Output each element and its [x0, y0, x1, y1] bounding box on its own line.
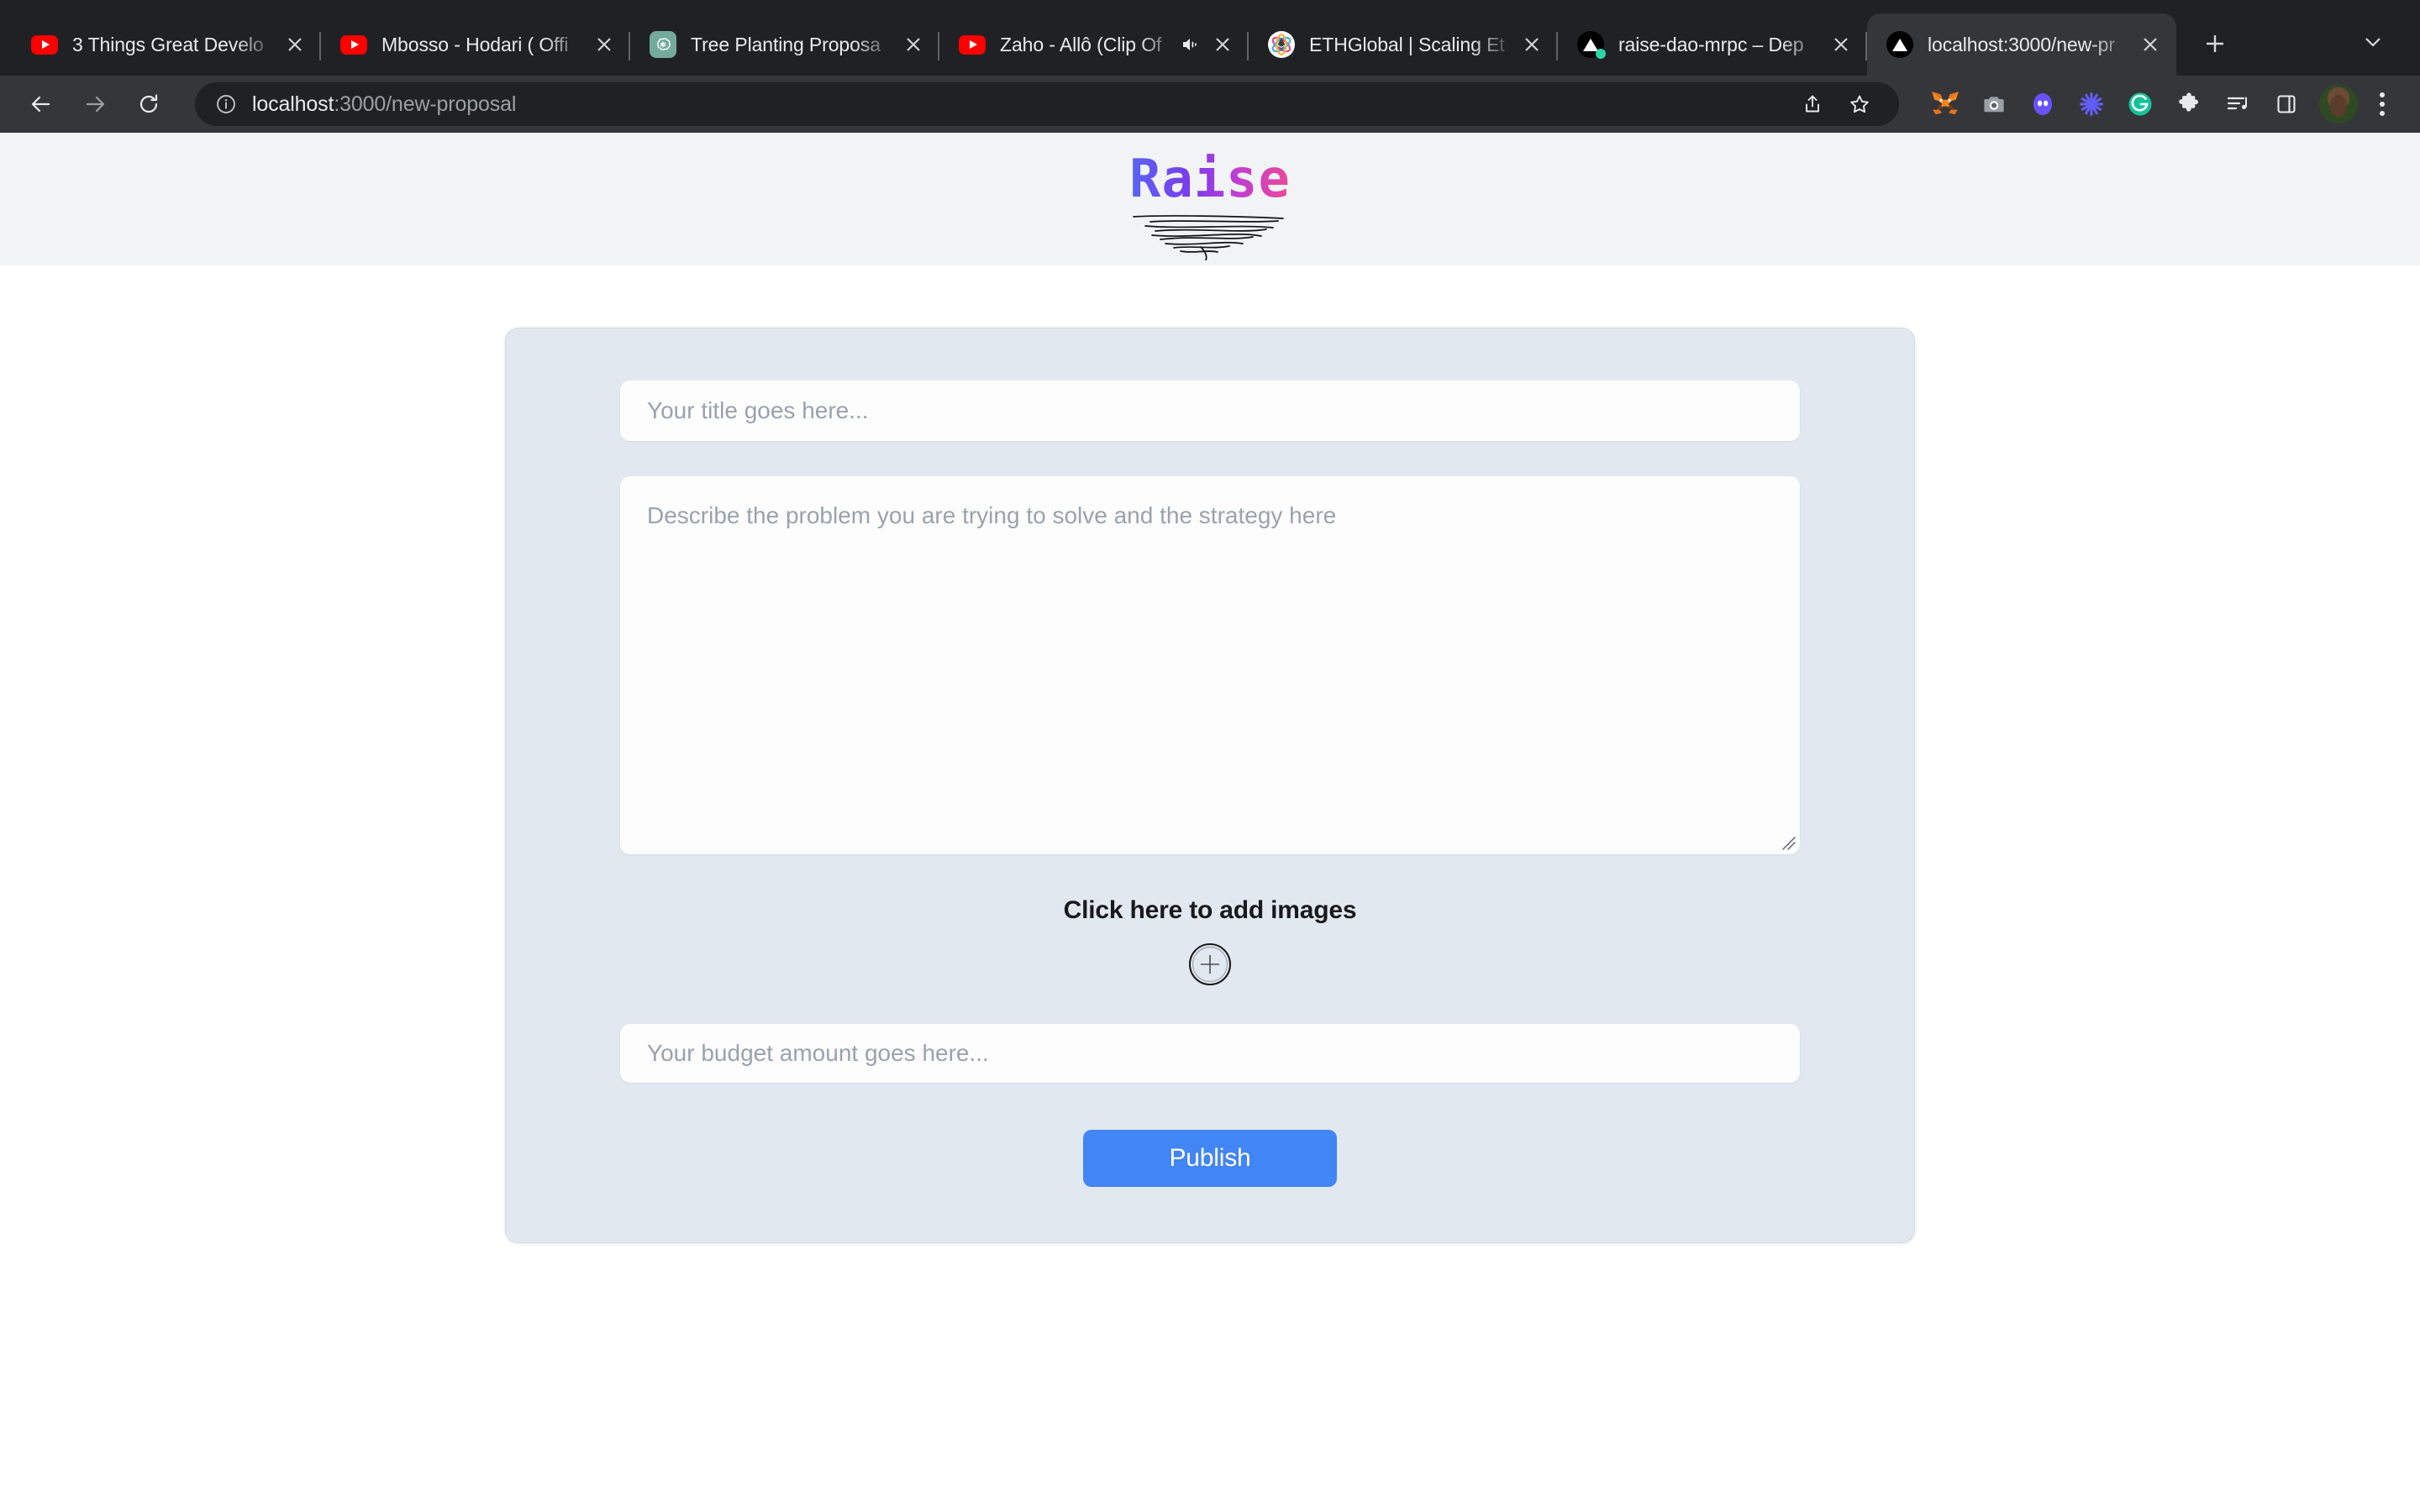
- bookmark-star-icon[interactable]: [1839, 83, 1881, 125]
- youtube-icon: [30, 30, 59, 59]
- image-upload-section: Click here to add images: [620, 896, 1800, 989]
- tab-title: Zaho - Allô (Clip Of: [1000, 34, 1162, 55]
- proposal-description-textarea[interactable]: [620, 476, 1800, 854]
- page-viewport: Raise Your title goes here... Describe t…: [0, 133, 2420, 1512]
- tab-title: 3 Things Great Develo: [72, 34, 264, 55]
- tab-close-button[interactable]: [1518, 30, 1546, 59]
- screenshot-camera-icon[interactable]: [1971, 81, 2017, 127]
- browser-tab-4[interactable]: ETHGlobal | Scaling Et: [1249, 13, 1558, 76]
- youtube-icon: [958, 30, 986, 59]
- deployment-status-dot: [1596, 49, 1606, 59]
- proposal-budget-input[interactable]: [620, 1024, 1800, 1083]
- tab-title: ETHGlobal | Scaling Et: [1309, 34, 1505, 55]
- metamask-icon[interactable]: [1923, 81, 1968, 127]
- tab-title: localhost:3000/new-pr: [1928, 34, 2115, 55]
- tab-title: raise-dao-mrpc – Dep: [1618, 34, 1804, 55]
- ethglobal-icon: [1267, 30, 1296, 59]
- url-host: localhost: [252, 92, 334, 116]
- extensions-bar: [1923, 81, 2309, 127]
- page-body: Click here to add images Publish: [0, 265, 2420, 1243]
- tab-close-button[interactable]: [590, 30, 618, 59]
- loom-icon[interactable]: [2069, 81, 2114, 127]
- image-upload-label: Click here to add images: [1063, 896, 1357, 924]
- browser-tab-2[interactable]: Tree Planting Proposa: [630, 13, 939, 76]
- browser-toolbar: localhost:3000/new-proposal: [0, 76, 2420, 133]
- address-bar[interactable]: localhost:3000/new-proposal: [195, 82, 1899, 126]
- chrome-menu-kebab-icon[interactable]: [2363, 81, 2402, 127]
- vercel-icon: [1576, 30, 1606, 59]
- share-icon[interactable]: [1791, 83, 1833, 125]
- publish-button[interactable]: Publish: [1083, 1130, 1337, 1187]
- vercel-icon: [1886, 30, 1914, 59]
- youtube-icon: [339, 30, 368, 59]
- forward-button[interactable]: [72, 81, 118, 127]
- profile-avatar[interactable]: [2319, 85, 2358, 123]
- tab-close-button[interactable]: [2136, 30, 2165, 59]
- address-bar-url: localhost:3000/new-proposal: [252, 92, 1786, 117]
- reload-button[interactable]: [126, 81, 171, 127]
- proposal-title-input[interactable]: [620, 381, 1800, 441]
- plus-circle-icon[interactable]: [1186, 940, 1234, 989]
- new-tab-button[interactable]: [2191, 20, 2238, 67]
- tab-close-button[interactable]: [1208, 30, 1237, 59]
- raise-logo[interactable]: Raise: [1129, 148, 1291, 260]
- new-proposal-card: Click here to add images Publish: [505, 328, 1915, 1243]
- tab-close-button[interactable]: [281, 30, 309, 59]
- browser-window: 3 Things Great Develo Mbosso - Hodari ( …: [0, 0, 2420, 1512]
- back-button[interactable]: [18, 81, 64, 127]
- proposal-description-wrapper: [620, 476, 1800, 854]
- browser-tab-3[interactable]: Zaho - Allô (Clip Of: [939, 13, 1249, 76]
- phantom-wallet-icon[interactable]: [2020, 81, 2065, 127]
- tab-search-chevron-down-icon[interactable]: [2349, 18, 2396, 66]
- media-playlist-icon[interactable]: [2215, 81, 2260, 127]
- url-path: :3000/new-proposal: [334, 92, 517, 116]
- logo-wordmark: Raise: [1129, 148, 1291, 209]
- site-info-icon[interactable]: [213, 92, 239, 117]
- tab-strip: 3 Things Great Develo Mbosso - Hodari ( …: [0, 0, 2420, 76]
- site-header: Raise: [0, 133, 2420, 265]
- tab-close-button[interactable]: [1827, 30, 1855, 59]
- tab-close-button[interactable]: [899, 30, 928, 59]
- tab-title: Tree Planting Proposa: [691, 34, 881, 55]
- browser-tab-6-active[interactable]: localhost:3000/new-pr: [1867, 13, 2176, 76]
- browser-tab-5[interactable]: raise-dao-mrpc – Dep: [1558, 13, 1867, 76]
- grammarly-icon[interactable]: [2118, 81, 2163, 127]
- browser-tab-1[interactable]: Mbosso - Hodari ( Offi: [321, 13, 630, 76]
- logo-scribble-underline: [1133, 215, 1284, 260]
- browser-tab-0[interactable]: 3 Things Great Develo: [12, 13, 321, 76]
- side-panel-icon[interactable]: [2264, 81, 2309, 127]
- chatgpt-icon: [649, 30, 677, 59]
- publish-row: Publish: [620, 1130, 1800, 1187]
- extensions-puzzle-icon[interactable]: [2166, 81, 2212, 127]
- tab-audio-playing-icon[interactable]: [1180, 34, 1200, 55]
- tab-title: Mbosso - Hodari ( Offi: [381, 34, 569, 55]
